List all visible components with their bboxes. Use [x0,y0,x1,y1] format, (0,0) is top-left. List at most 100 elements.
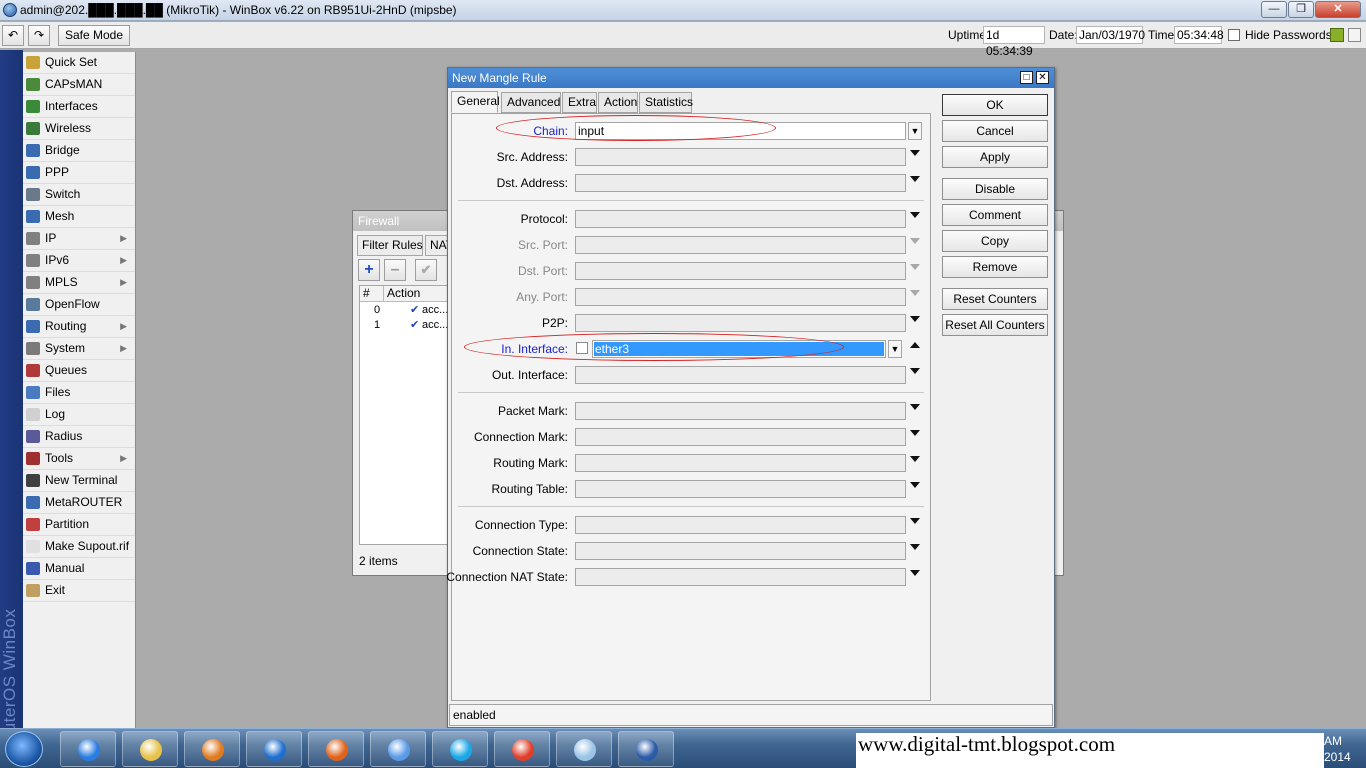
column-header-action[interactable]: Action [384,286,456,302]
sidebar-item-queues[interactable]: Queues [23,360,135,382]
sidebar-item-capsman[interactable]: CAPsMAN [23,74,135,96]
remove-rule-button[interactable]: – [384,259,406,281]
hide-passwords-checkbox[interactable] [1228,29,1240,41]
taskbar-app-button[interactable] [432,731,488,767]
sidebar-item-make-supout-rif[interactable]: Make Supout.rif [23,536,135,558]
taskbar-app-button[interactable] [308,731,364,767]
sidebar-item-ppp[interactable]: PPP [23,162,135,184]
routing-table-field[interactable] [575,480,906,498]
add-rule-button[interactable]: + [358,259,380,281]
close-icon[interactable]: ✕ [1036,71,1049,84]
sidebar-item-quick-set[interactable]: Quick Set [23,52,135,74]
connection-state-field[interactable] [575,542,906,560]
close-button[interactable]: ✕ [1315,1,1361,18]
reset-counters-button[interactable]: Reset Counters [942,288,1048,310]
sidebar-item-log[interactable]: Log [23,404,135,426]
in-interface-dropdown-button[interactable]: ▼ [888,340,902,358]
connection-nat-state-row: Connection NAT State: [446,566,930,588]
connection-mark-field[interactable] [575,428,906,446]
sidebar-item-switch[interactable]: Switch [23,184,135,206]
p2p-dropdown-icon[interactable] [910,316,920,322]
remove-button[interactable]: Remove [942,256,1048,278]
tab-filter-rules[interactable]: Filter Rules [357,235,423,256]
tab-action[interactable]: Action [598,92,638,113]
connection-nat-state-field[interactable] [575,568,906,586]
sidebar-item-ip[interactable]: IP ▶ [23,228,135,250]
taskbar-app-button[interactable] [370,731,426,767]
sidebar-item-metarouter[interactable]: MetaROUTER [23,492,135,514]
connection-type-field[interactable] [575,516,906,534]
sidebar-item-wireless[interactable]: Wireless [23,118,135,140]
routing-mark-dropdown-icon[interactable] [910,456,920,462]
tab-statistics[interactable]: Statistics [639,92,693,113]
apply-button[interactable]: Apply [942,146,1048,168]
src-address-field[interactable] [575,148,906,166]
taskbar-app-button[interactable] [246,731,302,767]
sidebar-item-openflow[interactable]: OpenFlow [23,294,135,316]
routing-table-dropdown-icon[interactable] [910,482,920,488]
sidebar-item-mesh[interactable]: Mesh [23,206,135,228]
column-header-number[interactable]: # [360,286,384,302]
sidebar-item-ipv6[interactable]: IPv6 ▶ [23,250,135,272]
sidebar-item-tools[interactable]: Tools ▶ [23,448,135,470]
sidebar-item-interfaces[interactable]: Interfaces [23,96,135,118]
packet-mark-field[interactable] [575,402,906,420]
minimize-button[interactable]: — [1261,1,1287,18]
taskbar-clock[interactable]: AM 2014 [1324,733,1351,765]
dst-address-field[interactable] [575,174,906,192]
protocol-dropdown-icon[interactable] [910,212,920,218]
firewall-rules-table: # Action 0 ✔ acc... 1 ✔ acc... [359,285,456,545]
tab-advanced[interactable]: Advanced [501,92,561,113]
enable-rule-button[interactable]: ✔ [415,259,437,281]
sidebar-item-mpls[interactable]: MPLS ▶ [23,272,135,294]
restore-icon[interactable]: □ [1020,71,1033,84]
chain-dropdown-button[interactable]: ▼ [908,122,922,140]
out-interface-field[interactable] [575,366,906,384]
sidebar-item-manual[interactable]: Manual [23,558,135,580]
taskbar-app-button[interactable] [60,731,116,767]
sidebar-item-bridge[interactable]: Bridge [23,140,135,162]
sidebar-item-radius[interactable]: Radius [23,426,135,448]
safe-mode-button[interactable]: Safe Mode [58,25,130,46]
collapse-icon[interactable] [910,342,920,348]
p2p-field[interactable] [575,314,906,332]
ipv6-icon [26,254,40,267]
taskbar-app-button[interactable] [494,731,550,767]
maximize-button[interactable]: ❐ [1288,1,1314,18]
sidebar-item-routing[interactable]: Routing ▶ [23,316,135,338]
sidebar-item-new-terminal[interactable]: New Terminal [23,470,135,492]
undo-button[interactable]: ↶ [2,25,24,46]
comment-button[interactable]: Comment [942,204,1048,226]
tab-extra[interactable]: Extra [562,92,597,113]
reset-all-counters-button[interactable]: Reset All Counters [942,314,1048,336]
dst-address-dropdown-icon[interactable] [910,176,920,182]
connection-type-dropdown-icon[interactable] [910,518,920,524]
src-address-dropdown-icon[interactable] [910,150,920,156]
tab-general[interactable]: General [451,91,500,113]
ok-button[interactable]: OK [942,94,1048,116]
taskbar-app-button[interactable] [184,731,240,767]
packet-mark-dropdown-icon[interactable] [910,404,920,410]
taskbar-app-button[interactable] [556,731,612,767]
table-row[interactable]: 0 ✔ acc... [360,303,456,318]
routing-mark-field[interactable] [575,454,906,472]
sidebar-item-system[interactable]: System ▶ [23,338,135,360]
out-interface-dropdown-icon[interactable] [910,368,920,374]
start-button[interactable] [5,731,43,767]
sidebar-item-files[interactable]: Files [23,382,135,404]
cancel-button[interactable]: Cancel [942,120,1048,142]
taskbar-app-button[interactable] [122,731,178,767]
dst-port-label: Dst. Port: [517,264,568,278]
sidebar-item-partition[interactable]: Partition [23,514,135,536]
connection-mark-dropdown-icon[interactable] [910,430,920,436]
connection-nat-state-dropdown-icon[interactable] [910,570,920,576]
protocol-field[interactable] [575,210,906,228]
disable-button[interactable]: Disable [942,178,1048,200]
sidebar-item-exit[interactable]: Exit [23,580,135,602]
redo-button[interactable]: ↷ [28,25,50,46]
copy-button[interactable]: Copy [942,230,1048,252]
dialog-title[interactable]: New Mangle Rule [448,68,1054,88]
connection-state-dropdown-icon[interactable] [910,544,920,550]
taskbar-app-button[interactable] [618,731,674,767]
table-row[interactable]: 1 ✔ acc... [360,318,456,333]
